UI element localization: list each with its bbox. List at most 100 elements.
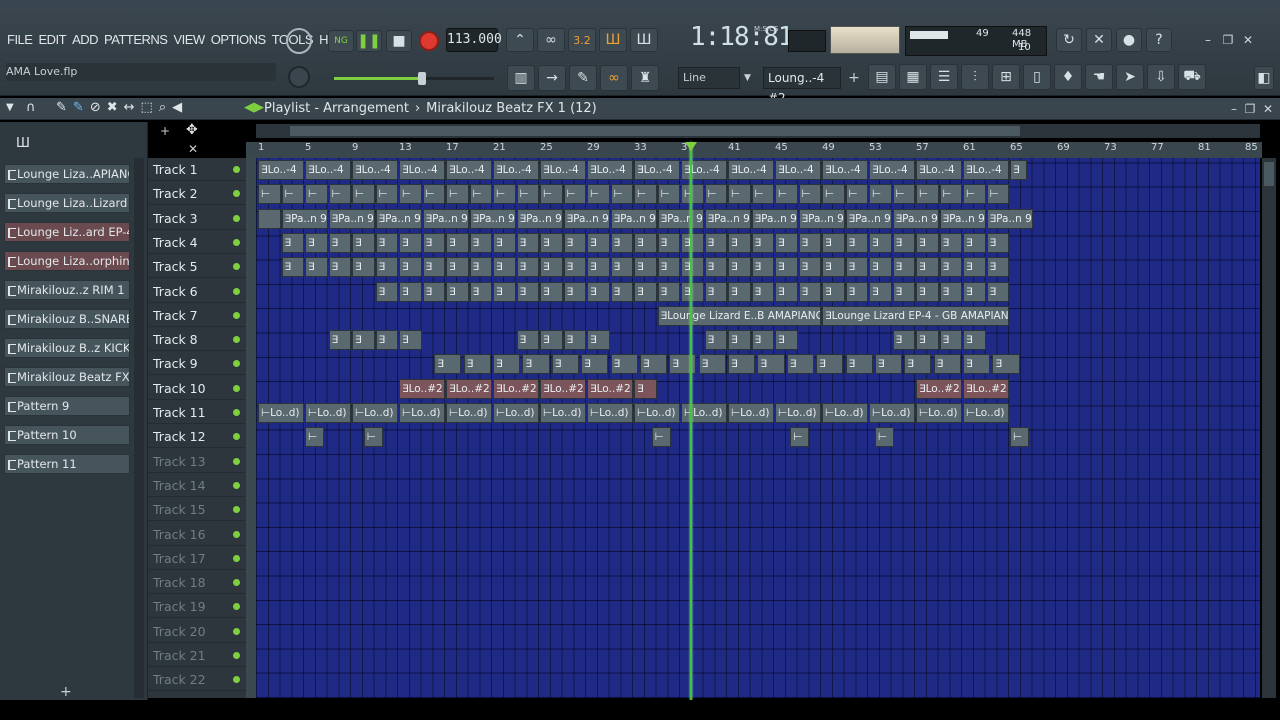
playlist-clip[interactable]: ∃Pa..n 9 xyxy=(328,208,375,229)
playlist-clip[interactable]: ∃Lo..#2 xyxy=(446,378,492,399)
horizontal-scrollbar[interactable] xyxy=(256,124,1260,138)
playlist-clip[interactable]: ∃ xyxy=(751,257,774,278)
zoom-tool-icon[interactable]: ⌕ xyxy=(159,100,166,115)
playlist-clip[interactable]: ∃ xyxy=(610,354,638,375)
playlist-clip[interactable]: ⊢Lo..d) xyxy=(493,403,539,423)
playlist-clip[interactable]: ∃Lo..-4 xyxy=(305,160,351,180)
playlist-clip[interactable]: ∃ xyxy=(610,257,633,278)
playlist-clip[interactable]: ∃ xyxy=(610,281,633,302)
link-button[interactable]: ∞ xyxy=(600,65,628,91)
magnet-icon[interactable]: ∩ xyxy=(26,100,36,115)
pattern-selector[interactable]: Loung..-4 #2 xyxy=(763,67,841,105)
playlist-clip[interactable]: ∃ xyxy=(845,232,868,253)
playlist-clip[interactable]: ∃ xyxy=(963,330,986,351)
playlist-clip[interactable]: ⊢ xyxy=(916,184,939,205)
playlist-close[interactable]: ✕ xyxy=(1260,101,1276,117)
playlist-clip[interactable]: ⊢ xyxy=(610,184,633,205)
menu-edit[interactable]: EDIT xyxy=(35,30,69,50)
playlist-clip[interactable]: ∃ xyxy=(469,232,492,253)
track-mute-led[interactable] xyxy=(233,409,240,416)
playlist-clip[interactable]: ∃ xyxy=(522,354,550,375)
tools-button[interactable]: ✕ xyxy=(1086,28,1112,52)
playlist-clip[interactable]: ∃ xyxy=(751,281,774,302)
playlist-clip[interactable]: ⊢Lo..d) xyxy=(352,403,398,423)
playlist-clip[interactable]: ∃ xyxy=(587,232,610,253)
playlist-clip[interactable]: ∃ xyxy=(469,281,492,302)
playlist-clip[interactable]: ∃ xyxy=(399,257,422,278)
playlist-clip[interactable]: ∃ xyxy=(328,257,351,278)
playlist-clip[interactable]: ∃ xyxy=(551,354,579,375)
playlist-clip[interactable]: ∃Lo..-4 xyxy=(540,160,586,180)
playlist-clip[interactable]: ⊢ xyxy=(540,184,563,205)
playlist-clip[interactable]: ∃ xyxy=(540,330,563,351)
playlist-clip[interactable]: ∃ xyxy=(698,354,726,375)
playlist-clip[interactable]: ∃Pa..n 9 xyxy=(563,208,610,229)
vertical-scrollbar[interactable] xyxy=(1262,158,1276,698)
track-mute-led[interactable] xyxy=(233,287,240,295)
playlist-clip[interactable]: ⊢Lo..d) xyxy=(681,403,727,423)
shop-button[interactable]: ⛟ xyxy=(1178,64,1206,90)
playlist-clip[interactable]: ∃Pa..n 9 xyxy=(798,208,845,229)
track-header[interactable]: Track 11 xyxy=(148,401,246,424)
playlist-clip[interactable]: ∃ xyxy=(845,354,873,375)
playlist-clip[interactable]: ⊢ xyxy=(363,427,383,448)
playlist-clip[interactable]: ∃Lo..-4 xyxy=(963,160,1009,180)
playlist-clip[interactable]: ∃ xyxy=(681,257,704,278)
vertical-scroll-thumb[interactable] xyxy=(1264,162,1274,186)
playlist-clip[interactable]: ∃ xyxy=(469,257,492,278)
move-icon[interactable]: ✥ xyxy=(186,122,198,138)
track-mute-led[interactable] xyxy=(233,530,240,538)
playlist-clip[interactable]: ⊢Lo..d) xyxy=(775,403,821,423)
menu-add[interactable]: ADD xyxy=(69,30,101,50)
playlist-button[interactable]: ▤ xyxy=(868,64,896,90)
playlist-clip[interactable]: ∃ xyxy=(493,281,516,302)
playlist-clip[interactable]: ∃ xyxy=(775,232,798,253)
playlist-clip[interactable]: ∃ xyxy=(634,232,657,253)
playlist-clip[interactable]: ⊢ xyxy=(869,184,892,205)
playlist-clip[interactable]: ∃ xyxy=(845,257,868,278)
playlist-clip[interactable]: ∃Pa..n 9 xyxy=(375,208,422,229)
playlist-clip[interactable]: ∃ xyxy=(657,232,680,253)
playlist-clip[interactable]: ⊢Lo..d) xyxy=(728,403,774,423)
plugin-button[interactable]: ♦ xyxy=(1054,64,1082,90)
playlist-clip[interactable]: ∃ xyxy=(916,330,939,351)
horizontal-scroll-thumb[interactable] xyxy=(290,126,1020,136)
playlist-clip[interactable]: ∃ xyxy=(816,354,844,375)
playlist-clip[interactable]: ∃ xyxy=(704,330,727,351)
track-header[interactable]: Track 3 xyxy=(148,207,246,230)
playlist-clip[interactable]: ⊢ xyxy=(587,184,610,205)
playlist-clip[interactable]: ∃ xyxy=(375,232,398,253)
playlist-clip[interactable]: ⊢ xyxy=(939,184,962,205)
playlist-clip[interactable]: ∃ xyxy=(422,257,445,278)
playlist-clip[interactable]: ∃ xyxy=(563,330,586,351)
playlist-clip[interactable]: ∃ xyxy=(657,281,680,302)
playlist-clip[interactable]: ∃Lo..-4 xyxy=(352,160,398,180)
playlist-clip[interactable]: ⊢ xyxy=(399,184,422,205)
playlist-minimize[interactable]: – xyxy=(1226,101,1242,117)
hide-panel-button[interactable]: ◧ xyxy=(1254,66,1274,90)
playlist-clip[interactable]: ∃ xyxy=(963,354,991,375)
playlist-clip[interactable]: ∃ xyxy=(563,232,586,253)
master-pitch-knob[interactable] xyxy=(286,28,312,54)
playlist-clip[interactable]: ⊢ xyxy=(798,184,821,205)
restore-button[interactable]: ❐ xyxy=(1220,32,1236,48)
playlist-clip[interactable]: ⊢ xyxy=(422,184,445,205)
mic-button[interactable]: ● xyxy=(1116,28,1142,52)
playlist-clip[interactable]: ∃ xyxy=(610,232,633,253)
playlist-clip[interactable]: ⊢ xyxy=(305,427,324,448)
track-mute-led[interactable] xyxy=(233,360,240,368)
playlist-clip[interactable]: ∃ xyxy=(352,257,375,278)
playlist-clip[interactable]: ⊢ xyxy=(704,184,727,205)
playlist-clip[interactable]: ∃ xyxy=(939,281,962,302)
playlist-arrow-icon[interactable]: ◀▶ xyxy=(244,100,264,115)
playlist-clip[interactable]: ∃ xyxy=(540,281,563,302)
playlist-clip[interactable]: ∃Lo..#2 xyxy=(587,378,633,399)
playlist-clip[interactable]: ∃ xyxy=(446,257,469,278)
track-header[interactable]: Track 16 xyxy=(148,523,246,546)
playlist-clip[interactable]: ∃Lo..#2 xyxy=(540,378,586,399)
playlist-clip[interactable]: ⊢ xyxy=(963,184,986,205)
playlist-clip[interactable]: ∃ xyxy=(939,330,962,351)
pause-button[interactable]: ❚❚ xyxy=(356,30,382,52)
piano-roll-window-button[interactable]: ▦ xyxy=(899,64,927,90)
playlist-clip[interactable]: ∃ xyxy=(869,281,892,302)
